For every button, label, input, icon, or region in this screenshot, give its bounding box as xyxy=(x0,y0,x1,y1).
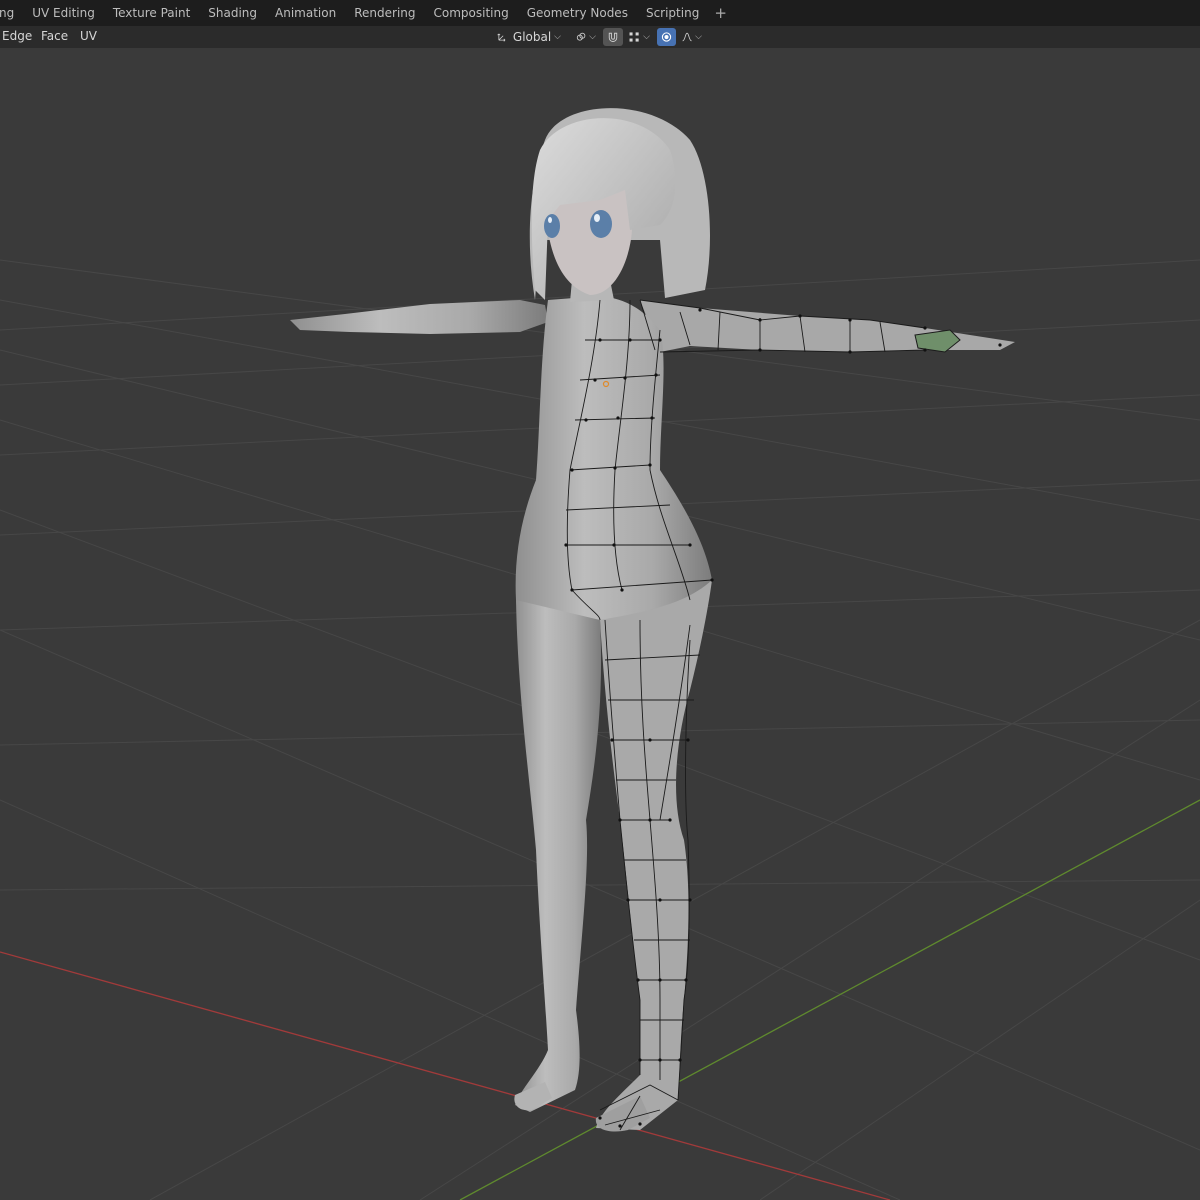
tab-rendering[interactable]: Rendering xyxy=(345,0,424,26)
right-leg xyxy=(596,580,712,1130)
tab-layout[interactable]: ng xyxy=(0,0,23,26)
pivot-point-icon xyxy=(576,32,586,41)
falloff-curve-icon xyxy=(682,32,692,42)
viewport-canvas xyxy=(0,108,1200,1200)
tab-texture-paint[interactable]: Texture Paint xyxy=(104,0,199,26)
chevron-down-icon: ⌵ xyxy=(554,32,561,42)
tab-compositing[interactable]: Compositing xyxy=(425,0,518,26)
chevron-down-icon: ⌵ xyxy=(695,32,702,42)
transform-orientation-dropdown[interactable]: Global ⌵ xyxy=(493,28,565,46)
add-workspace-button[interactable]: + xyxy=(708,0,733,26)
proportional-editing-icon xyxy=(661,32,672,42)
menu-face[interactable]: Face xyxy=(41,26,68,46)
viewport-header: Edge Face UV Global ⌵ ⌵ ⌵ ⌵ xyxy=(0,26,1200,48)
tab-geometry-nodes[interactable]: Geometry Nodes xyxy=(518,0,637,26)
x-axis-line xyxy=(0,951,891,1200)
magnet-snap-icon xyxy=(608,32,618,42)
left-leg xyxy=(515,600,602,1112)
tab-scripting[interactable]: Scripting xyxy=(637,0,708,26)
right-eye-highlight xyxy=(594,214,600,222)
chevron-down-icon: ⌵ xyxy=(589,32,596,42)
snap-toggle[interactable] xyxy=(603,28,623,46)
orientation-value: Global xyxy=(512,30,552,44)
menu-edge[interactable]: Edge xyxy=(2,26,32,46)
snap-increment-icon xyxy=(629,32,639,42)
tab-shading[interactable]: Shading xyxy=(199,0,266,26)
menu-uv[interactable]: UV xyxy=(80,26,97,46)
transform-orientation-icon xyxy=(497,33,506,42)
left-eye-highlight xyxy=(548,217,552,223)
3d-viewport[interactable] xyxy=(0,48,1200,1200)
workspace-tab-bar: ng UV Editing Texture Paint Shading Anim… xyxy=(0,0,1200,26)
proportional-falloff-dropdown[interactable]: ⌵ xyxy=(678,28,706,46)
pivot-point-dropdown[interactable]: ⌵ xyxy=(572,28,600,46)
right-eye xyxy=(590,210,612,238)
chevron-down-icon: ⌵ xyxy=(643,32,650,42)
snap-target-dropdown[interactable]: ⌵ xyxy=(624,28,654,46)
character-mesh[interactable] xyxy=(290,108,1015,1132)
left-eye xyxy=(544,214,560,238)
proportional-editing-toggle[interactable] xyxy=(657,28,676,46)
tab-animation[interactable]: Animation xyxy=(266,0,345,26)
tab-uv-editing[interactable]: UV Editing xyxy=(23,0,104,26)
